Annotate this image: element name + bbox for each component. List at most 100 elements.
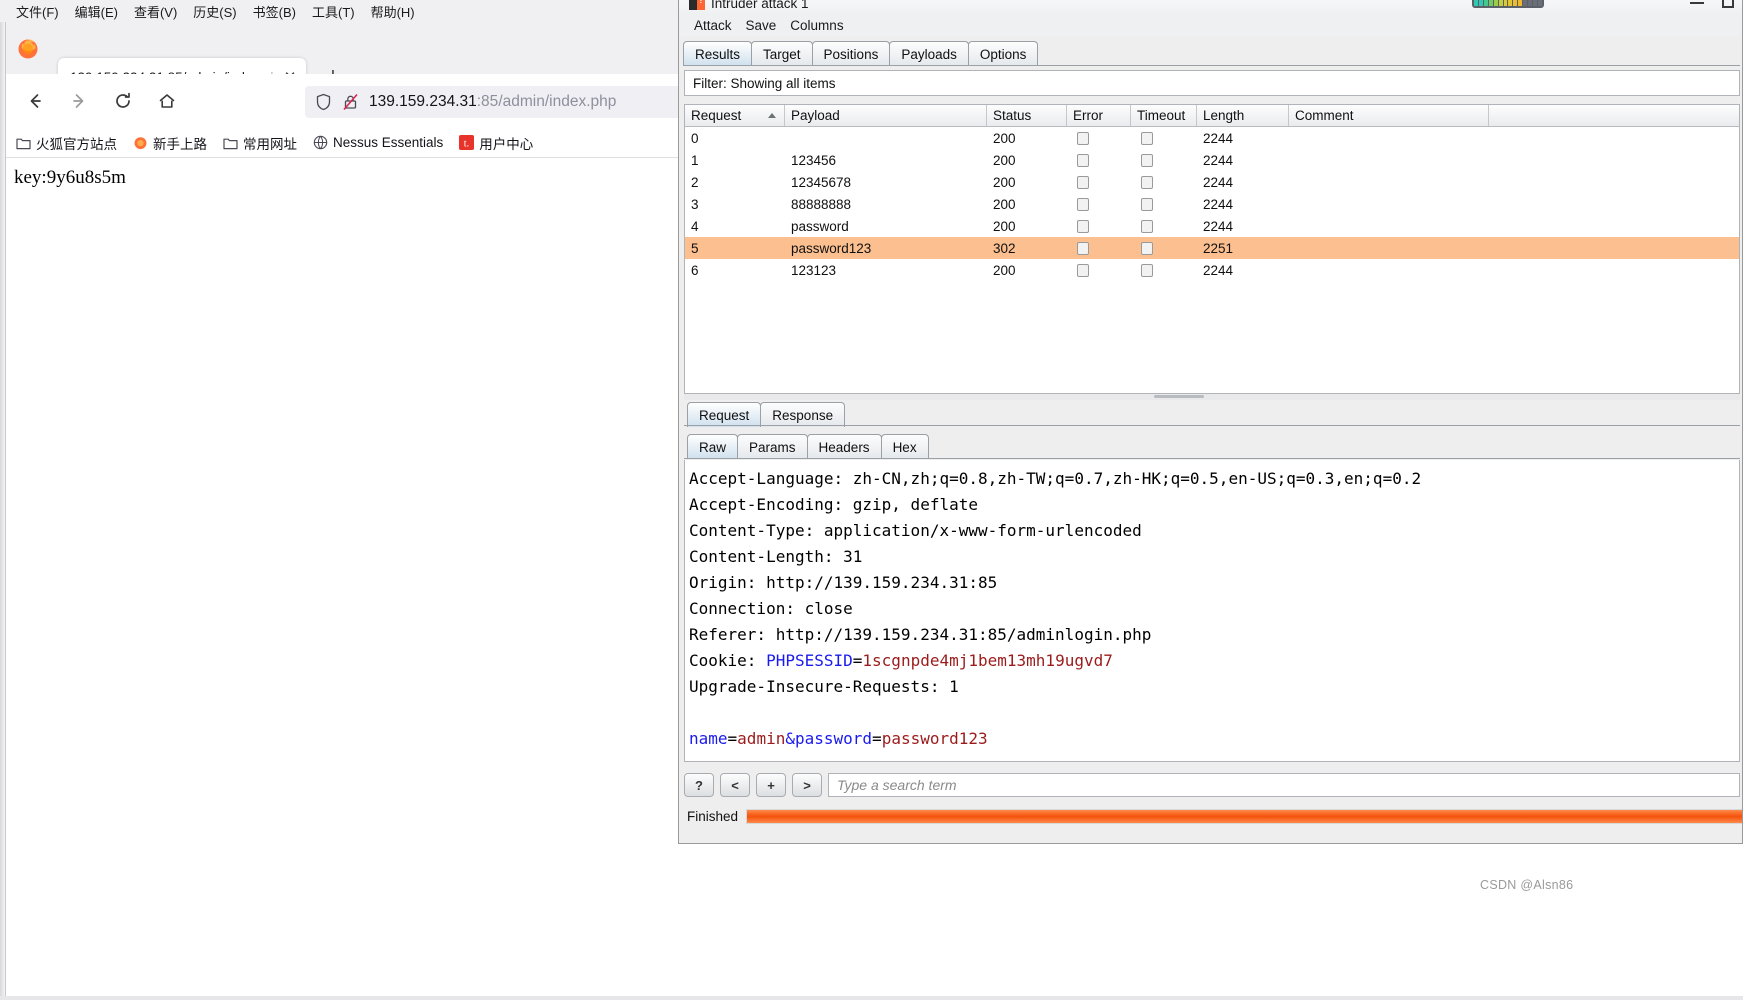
forward-arrow-icon[interactable] [62, 84, 96, 118]
column-header-request[interactable]: Request [685, 105, 785, 126]
cell-comment[interactable] [1289, 237, 1489, 259]
reload-icon[interactable] [106, 84, 140, 118]
tab-target[interactable]: Target [751, 41, 813, 66]
cell-payload: 123123 [791, 262, 837, 278]
table-row[interactable]: 1 123456 200 2244 [685, 149, 1739, 171]
menu-file[interactable]: 文件(F) [8, 0, 67, 23]
next-match-button[interactable]: > [792, 773, 822, 797]
broken-lock-icon[interactable] [342, 93, 359, 111]
header-upgrade-insecure-requests: Upgrade-Insecure-Requests: 1 [689, 677, 959, 696]
view-tabs: Raw Params Headers Hex [687, 434, 929, 459]
error-checkbox[interactable] [1077, 263, 1089, 277]
timeout-checkbox[interactable] [1141, 219, 1153, 233]
param-separator: & [785, 729, 795, 748]
menu-tools[interactable]: 工具(T) [304, 0, 363, 23]
tab-request[interactable]: Request [687, 402, 762, 427]
message-tabs: Request Response [687, 402, 846, 427]
column-header-length[interactable]: Length [1197, 105, 1289, 126]
menu-save[interactable]: Save [739, 18, 784, 33]
error-checkbox[interactable] [1077, 131, 1089, 145]
cookie-label: Cookie: [689, 651, 767, 670]
bookmark-item-user-center[interactable]: t. 用户中心 [459, 133, 533, 153]
minimize-icon[interactable] [1690, 2, 1704, 4]
error-checkbox[interactable] [1077, 241, 1089, 255]
timeout-checkbox[interactable] [1141, 197, 1153, 211]
tab-headers[interactable]: Headers [806, 434, 882, 459]
error-checkbox[interactable] [1077, 197, 1089, 211]
tab-payloads[interactable]: Payloads [889, 41, 969, 66]
cell-comment[interactable] [1289, 193, 1489, 215]
url-port: :85 [476, 93, 499, 110]
cell-comment[interactable] [1289, 171, 1489, 193]
back-arrow-icon[interactable] [18, 84, 52, 118]
timeout-checkbox[interactable] [1141, 131, 1153, 145]
cell-timeout [1131, 171, 1197, 193]
search-input[interactable]: Type a search term [828, 773, 1740, 797]
cell-comment[interactable] [1289, 149, 1489, 171]
tab-positions[interactable]: Positions [811, 41, 891, 66]
column-header-timeout[interactable]: Timeout [1131, 105, 1197, 126]
bookmark-item-getting-started[interactable]: 新手上路 [133, 133, 207, 153]
menu-columns[interactable]: Columns [783, 18, 850, 33]
cell-error [1067, 171, 1131, 193]
table-row[interactable]: 3 88888888 200 2244 [685, 193, 1739, 215]
timeout-checkbox[interactable] [1141, 263, 1153, 277]
error-checkbox[interactable] [1077, 219, 1089, 233]
status-bar: Finished [684, 804, 1742, 828]
cell-length: 2244 [1203, 262, 1234, 278]
tab-hex[interactable]: Hex [880, 434, 929, 459]
param-equals: = [872, 729, 882, 748]
firefox-icon [133, 135, 148, 150]
cell-status: 302 [993, 240, 1016, 256]
timeout-checkbox[interactable] [1141, 153, 1153, 167]
firefox-logo-icon [16, 36, 40, 60]
menu-history[interactable]: 历史(S) [185, 0, 244, 23]
timeout-checkbox[interactable] [1141, 241, 1153, 255]
url-path: /admin/index.php [498, 93, 617, 110]
add-button[interactable]: + [756, 773, 786, 797]
menu-view[interactable]: 查看(V) [126, 0, 185, 23]
cell-comment[interactable] [1289, 259, 1489, 281]
tab-options[interactable]: Options [967, 41, 1039, 66]
menu-attack[interactable]: Attack [687, 18, 739, 33]
table-row[interactable]: 4 password 200 2244 [685, 215, 1739, 237]
tab-response[interactable]: Response [760, 402, 846, 427]
table-row[interactable]: 2 12345678 200 2244 [685, 171, 1739, 193]
bookmark-item-nessus[interactable]: Nessus Essentials [313, 135, 443, 150]
column-header-status[interactable]: Status [987, 105, 1067, 126]
request-raw-editor[interactable]: Accept-Language: zh-CN,zh;q=0.8,zh-TW;q=… [684, 460, 1740, 762]
column-header-payload[interactable]: Payload [785, 105, 987, 126]
error-checkbox[interactable] [1077, 175, 1089, 189]
burp-suite-icon [689, 0, 705, 10]
timeout-checkbox[interactable] [1141, 175, 1153, 189]
cell-comment[interactable] [1289, 127, 1489, 149]
help-button[interactable]: ? [684, 773, 714, 797]
column-header-error[interactable]: Error [1067, 105, 1131, 126]
request-body-params: name=admin&password=password123 [689, 726, 1739, 752]
table-row-selected[interactable]: 5 password123 302 2251 [685, 237, 1739, 259]
shield-icon[interactable] [315, 93, 332, 111]
memory-gauge-icon [1472, 0, 1544, 8]
cell-payload: 123456 [791, 152, 837, 168]
tab-results[interactable]: Results [683, 41, 753, 66]
menu-help[interactable]: 帮助(H) [363, 0, 423, 23]
tab-params[interactable]: Params [737, 434, 808, 459]
column-header-comment[interactable]: Comment [1289, 105, 1489, 126]
cookie-name: PHPSESSID [766, 651, 853, 670]
bookmark-item-common-sites[interactable]: 常用网址 [223, 133, 297, 153]
search-toolbar: ? < + > Type a search term [684, 770, 1740, 800]
burp-menubar: Attack Save Columns [679, 14, 1742, 36]
table-row[interactable]: 6 123123 200 2244 [685, 259, 1739, 281]
results-splitter[interactable] [684, 394, 1740, 400]
maximize-icon[interactable] [1722, 0, 1734, 8]
error-checkbox[interactable] [1077, 153, 1089, 167]
menu-bookmarks[interactable]: 书签(B) [245, 0, 304, 23]
results-filter-bar[interactable]: Filter: Showing all items [684, 70, 1740, 96]
tab-raw[interactable]: Raw [687, 434, 739, 459]
bookmark-item-firefox-official[interactable]: 火狐官方站点 [16, 133, 117, 153]
prev-match-button[interactable]: < [720, 773, 750, 797]
home-icon[interactable] [150, 84, 184, 118]
table-row[interactable]: 0 200 2244 [685, 127, 1739, 149]
menu-edit[interactable]: 编辑(E) [67, 0, 126, 23]
cell-comment[interactable] [1289, 215, 1489, 237]
